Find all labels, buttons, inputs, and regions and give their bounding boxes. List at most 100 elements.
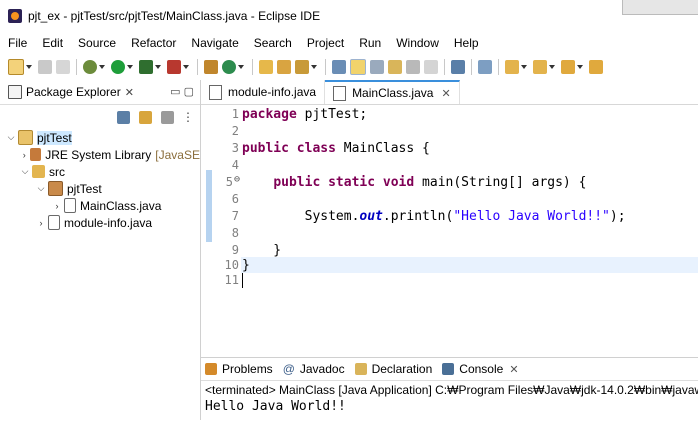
expanded-chevron-icon[interactable]: ⌵ bbox=[6, 132, 16, 143]
external-tools-icon[interactable] bbox=[167, 60, 181, 74]
new-java-project-icon[interactable] bbox=[204, 60, 218, 74]
toggle-breadcrumb-icon[interactable] bbox=[370, 60, 384, 74]
menu-run[interactable]: Run bbox=[351, 36, 388, 50]
collapsed-chevron-icon[interactable]: › bbox=[52, 201, 62, 211]
tab-label: module-info.java bbox=[228, 85, 317, 99]
toggle-mark-occurrences-icon[interactable] bbox=[332, 60, 346, 74]
new-dropdown-icon[interactable] bbox=[26, 65, 32, 69]
tab-declaration[interactable]: Declaration bbox=[351, 362, 439, 376]
menu-project[interactable]: Project bbox=[299, 36, 351, 50]
save-icon[interactable] bbox=[38, 60, 52, 74]
forward-icon[interactable] bbox=[589, 60, 603, 74]
menu-source[interactable]: Source bbox=[70, 36, 123, 50]
collapse-all-icon[interactable] bbox=[117, 110, 130, 124]
previous-annotation-dropdown-icon[interactable] bbox=[549, 65, 555, 69]
external-tools-dropdown-icon[interactable] bbox=[183, 65, 189, 69]
close-tab-icon[interactable]: ✕ bbox=[441, 87, 450, 100]
expanded-chevron-icon[interactable]: ⌵ bbox=[20, 166, 30, 177]
tree-item-label: src bbox=[49, 164, 65, 179]
tab-problems[interactable]: Problems bbox=[201, 362, 279, 376]
search-icon[interactable] bbox=[295, 60, 309, 74]
window-controls[interactable] bbox=[622, 0, 698, 15]
block-selection-icon[interactable] bbox=[388, 60, 402, 74]
tab-mainclass[interactable]: MainClass.java ✕ bbox=[325, 80, 460, 104]
show-whitespace-icon[interactable] bbox=[406, 60, 420, 74]
open-task-icon[interactable] bbox=[277, 60, 291, 74]
line-number: 5 bbox=[225, 175, 233, 189]
back-icon[interactable] bbox=[561, 60, 575, 74]
expanded-chevron-icon[interactable]: ⌵ bbox=[36, 183, 46, 194]
code-line-5: public static void main(String[] args) { bbox=[273, 175, 587, 190]
console-view-icon[interactable] bbox=[451, 60, 465, 74]
toolbar-separator bbox=[325, 59, 326, 75]
package-explorer-view: Package Explorer ✕ ▭ ▢ ⋮ ⌵ pjtTest › JRE… bbox=[0, 80, 201, 420]
debug-icon[interactable] bbox=[83, 60, 97, 74]
java-file-icon bbox=[333, 85, 347, 101]
menu-window[interactable]: Window bbox=[388, 36, 446, 50]
line-number: 10 bbox=[224, 258, 239, 272]
skip-breakpoints-icon[interactable] bbox=[478, 60, 492, 74]
menu-search[interactable]: Search bbox=[246, 36, 299, 50]
tab-label: Declaration bbox=[371, 362, 433, 376]
current-line-highlight bbox=[241, 257, 698, 273]
tree-item-mainclass[interactable]: › MainClass.java bbox=[0, 197, 200, 214]
open-type-icon[interactable] bbox=[259, 60, 273, 74]
view-menu-icon[interactable]: ⋮ bbox=[182, 110, 194, 124]
toolbar-separator bbox=[471, 59, 472, 75]
java-file-icon bbox=[209, 84, 222, 100]
line-number: 4 bbox=[231, 158, 239, 172]
tab-module-info[interactable]: module-info.java bbox=[201, 80, 326, 104]
new-icon[interactable] bbox=[8, 59, 24, 75]
close-icon[interactable]: ✕ bbox=[125, 86, 134, 99]
tree-item-label: module-info.java bbox=[64, 215, 153, 230]
package-explorer-title[interactable]: Package Explorer bbox=[26, 85, 121, 99]
new-class-dropdown-icon[interactable] bbox=[238, 65, 244, 69]
tree-item-module-info[interactable]: › module-info.java bbox=[0, 214, 200, 231]
pilcrow-icon[interactable] bbox=[424, 60, 438, 74]
tab-javadoc[interactable]: @ Javadoc bbox=[279, 362, 351, 376]
line-number: 8 bbox=[231, 226, 239, 240]
toolbar-separator bbox=[252, 59, 253, 75]
collapsed-chevron-icon[interactable]: › bbox=[36, 218, 46, 228]
run-icon[interactable] bbox=[111, 60, 125, 74]
collapsed-chevron-icon[interactable]: › bbox=[20, 150, 28, 160]
tree-item-src[interactable]: ⌵ src bbox=[0, 163, 200, 180]
tree-item-jre[interactable]: › JRE System Library [JavaSE bbox=[0, 146, 200, 163]
link-with-editor-icon[interactable] bbox=[139, 110, 152, 124]
save-all-icon[interactable] bbox=[56, 60, 70, 74]
next-annotation-dropdown-icon[interactable] bbox=[521, 65, 527, 69]
code-editor[interactable]: 1 2 3 4 5 ⊖ 6 7 8 9 10 11 package pjtTes… bbox=[201, 105, 698, 350]
code-line-10: } bbox=[242, 258, 250, 273]
search-dropdown-icon[interactable] bbox=[311, 65, 317, 69]
new-class-icon[interactable] bbox=[222, 60, 236, 74]
focus-icon[interactable] bbox=[161, 110, 174, 124]
menu-help[interactable]: Help bbox=[446, 36, 486, 50]
line-number: 9 bbox=[231, 243, 239, 257]
run-dropdown-icon[interactable] bbox=[127, 65, 133, 69]
tree-item-package[interactable]: ⌵ pjtTest bbox=[0, 180, 200, 197]
back-dropdown-icon[interactable] bbox=[577, 65, 583, 69]
tab-label: Console bbox=[459, 362, 504, 376]
highlight-icon[interactable] bbox=[350, 59, 366, 75]
fold-collapse-icon[interactable]: ⊖ bbox=[234, 174, 240, 185]
menu-file[interactable]: File bbox=[0, 36, 34, 50]
minimize-maximize-icon[interactable]: ▭ ▢ bbox=[170, 85, 194, 98]
toolbar-separator bbox=[444, 59, 445, 75]
menu-refactor[interactable]: Refactor bbox=[123, 36, 183, 50]
code-line-9: } bbox=[242, 243, 282, 258]
previous-annotation-icon[interactable] bbox=[533, 60, 547, 74]
menu-bar: File Edit Source Refactor Navigate Searc… bbox=[0, 33, 698, 53]
coverage-icon[interactable] bbox=[139, 60, 153, 74]
next-annotation-icon[interactable] bbox=[505, 60, 519, 74]
menu-navigate[interactable]: Navigate bbox=[183, 36, 245, 50]
close-tab-icon[interactable]: ✕ bbox=[509, 363, 518, 376]
package-explorer-toolbar: ⋮ bbox=[0, 105, 200, 129]
tree-item-project[interactable]: ⌵ pjtTest bbox=[0, 129, 200, 146]
menu-edit[interactable]: Edit bbox=[34, 36, 70, 50]
java-file-icon bbox=[64, 198, 76, 213]
coverage-dropdown-icon[interactable] bbox=[155, 65, 161, 69]
tree-item-decoration: [JavaSE bbox=[155, 147, 200, 162]
debug-dropdown-icon[interactable] bbox=[99, 65, 105, 69]
package-explorer-icon bbox=[8, 85, 22, 99]
tab-console[interactable]: Console ✕ bbox=[438, 362, 524, 376]
